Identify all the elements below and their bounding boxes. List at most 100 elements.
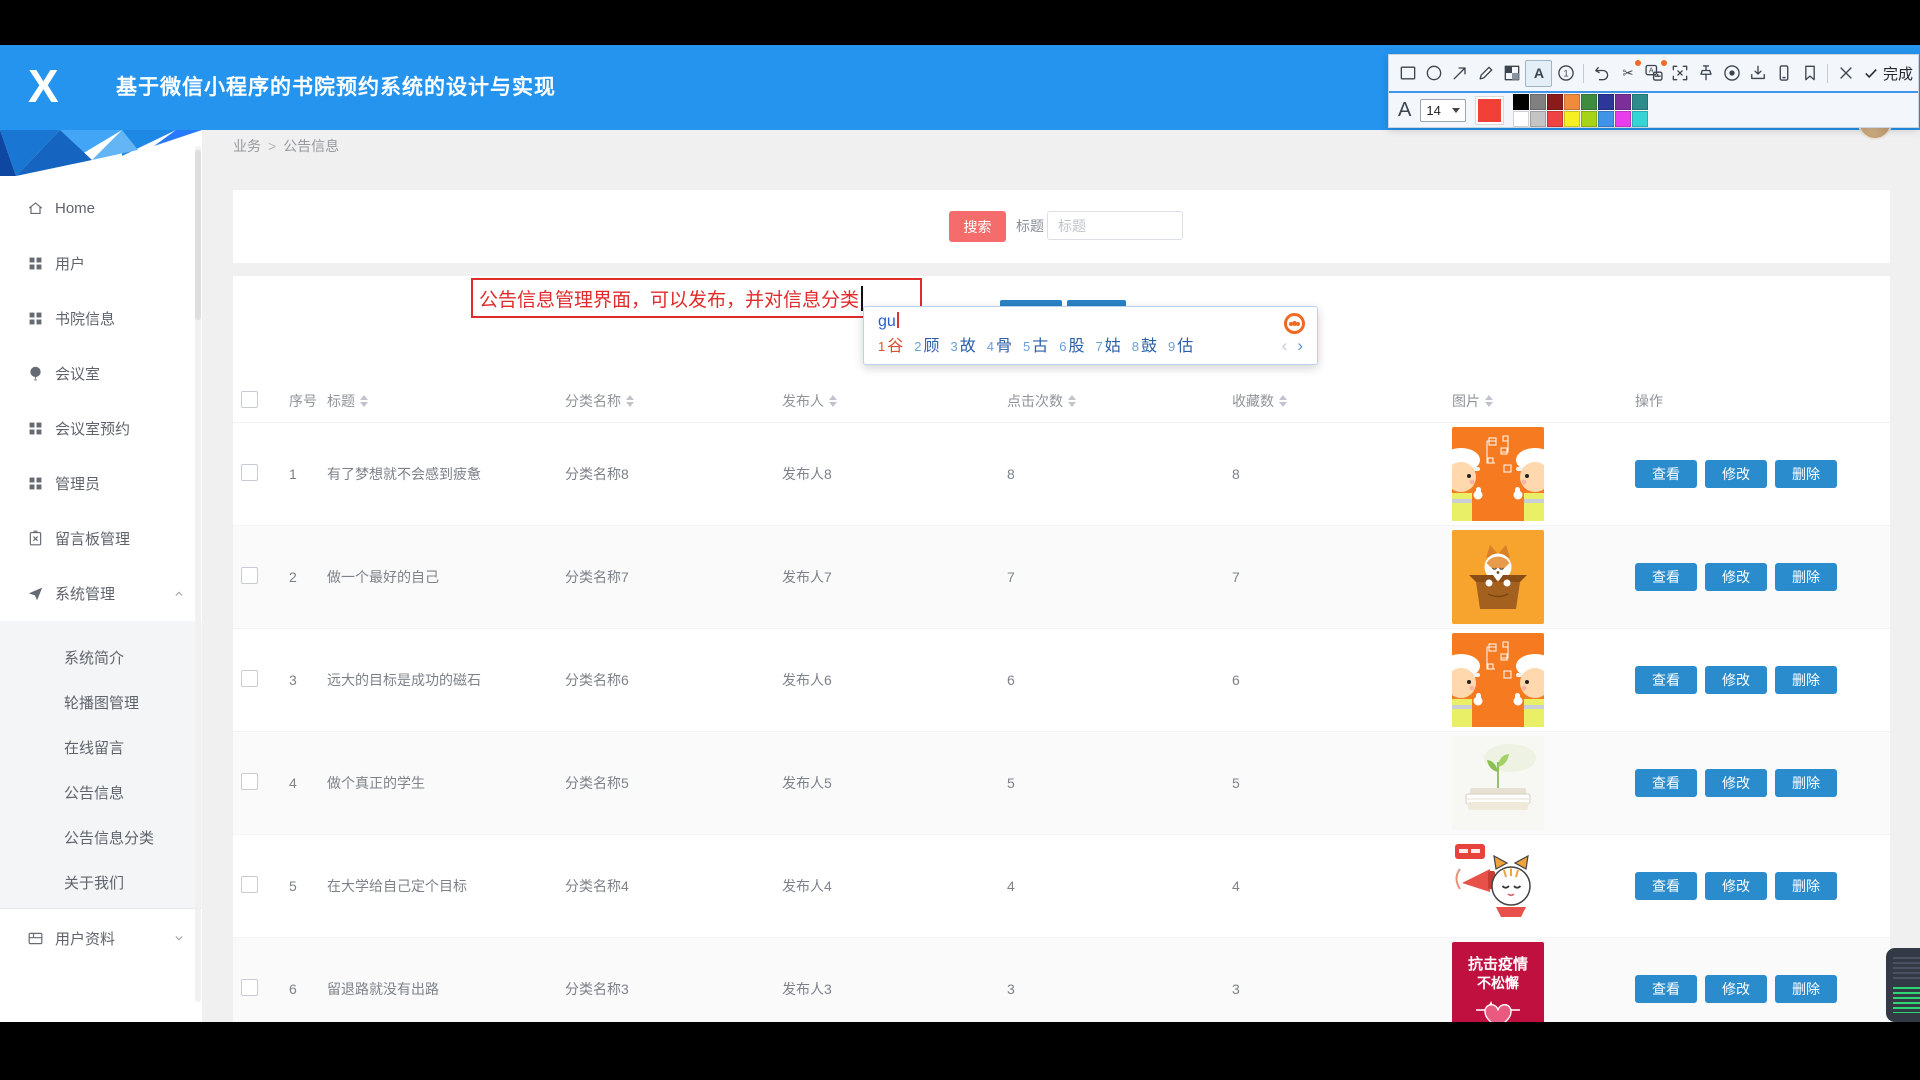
sort-toggle[interactable] [1485, 391, 1493, 411]
ocr-tool-button[interactable]: ✂ [1615, 61, 1640, 86]
palette-color-swatch[interactable] [1513, 94, 1529, 110]
view-button[interactable]: 查看 [1635, 769, 1697, 797]
edit-button[interactable]: 修改 [1705, 460, 1767, 488]
search-button[interactable]: 搜索 [949, 211, 1006, 242]
sidebar-item-profile[interactable]: 用户资料 [0, 909, 202, 967]
row-image[interactable] [1452, 633, 1544, 727]
sort-toggle[interactable] [1279, 391, 1287, 411]
sidebar-subitem[interactable]: 在线留言 [0, 726, 202, 771]
ime-candidate[interactable]: 2顾 [914, 332, 939, 356]
palette-color-swatch[interactable] [1564, 111, 1580, 127]
current-color-swatch[interactable] [1475, 96, 1504, 125]
row-image[interactable] [1452, 427, 1544, 521]
view-button[interactable]: 查看 [1635, 563, 1697, 591]
undo-tool-button[interactable] [1589, 61, 1614, 86]
edit-button[interactable]: 修改 [1705, 872, 1767, 900]
palette-color-swatch[interactable] [1615, 111, 1631, 127]
palette-color-swatch[interactable] [1632, 94, 1648, 110]
view-button[interactable]: 查看 [1635, 872, 1697, 900]
breadcrumb-section[interactable]: 业务 [233, 138, 261, 154]
delete-button[interactable]: 删除 [1775, 872, 1837, 900]
delete-button[interactable]: 删除 [1775, 666, 1837, 694]
edit-button[interactable]: 修改 [1705, 975, 1767, 1003]
sidebar-subitem[interactable]: 轮播图管理 [0, 681, 202, 726]
finish-button[interactable]: 完成 [1862, 63, 1913, 84]
pin-tool-button[interactable] [1693, 61, 1718, 86]
sort-toggle[interactable] [626, 391, 634, 411]
ime-candidate[interactable]: 3故 [951, 332, 976, 356]
ime-candidate[interactable]: 7姑 [1096, 332, 1121, 356]
ime-logo-icon[interactable] [1284, 313, 1305, 334]
download-tool-button[interactable] [1745, 61, 1770, 86]
palette-color-swatch[interactable] [1513, 111, 1529, 127]
edit-button[interactable]: 修改 [1705, 769, 1767, 797]
sidebar-item-7[interactable]: 系统管理 [0, 566, 202, 621]
ime-candidate[interactable]: 9估 [1168, 332, 1193, 356]
edit-button[interactable]: 修改 [1705, 563, 1767, 591]
bookmark-tool-button[interactable] [1797, 61, 1822, 86]
title-search-input[interactable] [1047, 211, 1183, 240]
row-checkbox[interactable] [241, 464, 258, 481]
view-button[interactable]: 查看 [1635, 975, 1697, 1003]
palette-color-swatch[interactable] [1632, 111, 1648, 127]
palette-color-swatch[interactable] [1530, 94, 1546, 110]
sidebar-item-1[interactable]: 用户 [0, 236, 202, 291]
row-checkbox[interactable] [241, 773, 258, 790]
row-image[interactable] [1452, 530, 1544, 624]
text-tool-button[interactable]: A [1525, 60, 1552, 87]
sidebar-item-4[interactable]: 会议室预约 [0, 401, 202, 456]
scan-tool-button[interactable] [1667, 61, 1692, 86]
row-checkbox[interactable] [241, 567, 258, 584]
floating-widget[interactable] [1886, 948, 1920, 1022]
edit-button[interactable]: 修改 [1705, 666, 1767, 694]
row-image[interactable] [1452, 736, 1544, 830]
row-image[interactable]: 抗击疫情不松懈 [1452, 942, 1544, 1022]
row-checkbox[interactable] [241, 670, 258, 687]
palette-color-swatch[interactable] [1530, 111, 1546, 127]
sidebar-item-2[interactable]: 书院信息 [0, 291, 202, 346]
mosaic-tool-button[interactable] [1499, 61, 1524, 86]
sort-toggle[interactable] [360, 391, 368, 411]
sidebar-scrollbar[interactable] [195, 146, 201, 1002]
close-tool-button[interactable] [1833, 61, 1858, 86]
palette-color-swatch[interactable] [1547, 94, 1563, 110]
sidebar-item-6[interactable]: 留言板管理 [0, 511, 202, 566]
arrow-tool-button[interactable] [1447, 61, 1472, 86]
pen-tool-button[interactable] [1473, 61, 1498, 86]
sort-toggle[interactable] [1068, 391, 1076, 411]
row-checkbox[interactable] [241, 979, 258, 996]
step-number-tool-button[interactable]: 1 [1553, 61, 1578, 86]
ime-candidate[interactable]: 5古 [1023, 332, 1048, 356]
sidebar-subitem[interactable]: 系统简介 [0, 636, 202, 681]
sidebar-item-5[interactable]: 管理员 [0, 456, 202, 511]
delete-button[interactable]: 删除 [1775, 769, 1837, 797]
palette-color-swatch[interactable] [1598, 94, 1614, 110]
sidebar-subitem[interactable]: 公告信息 [0, 771, 202, 816]
rect-tool-button[interactable] [1395, 61, 1420, 86]
font-size-select[interactable]: 14 [1420, 99, 1466, 122]
palette-color-swatch[interactable] [1581, 111, 1597, 127]
palette-color-swatch[interactable] [1547, 111, 1563, 127]
sidebar-item-3[interactable]: 会议室 [0, 346, 202, 401]
translate-tool-button[interactable]: A [1641, 61, 1666, 86]
palette-color-swatch[interactable] [1598, 111, 1614, 127]
palette-color-swatch[interactable] [1564, 94, 1580, 110]
sidebar-item-0[interactable]: Home [0, 181, 202, 236]
row-checkbox[interactable] [241, 876, 258, 893]
view-button[interactable]: 查看 [1635, 666, 1697, 694]
record-tool-button[interactable] [1719, 61, 1744, 86]
sidebar-subitem[interactable]: 关于我们 [0, 861, 202, 906]
device-tool-button[interactable] [1771, 61, 1796, 86]
delete-button[interactable]: 删除 [1775, 460, 1837, 488]
ime-candidate[interactable]: 8鼓 [1132, 332, 1157, 356]
ime-candidate[interactable]: 6股 [1059, 332, 1084, 356]
ellipse-tool-button[interactable] [1421, 61, 1446, 86]
ime-prev-page[interactable]: ‹ [1282, 336, 1288, 356]
palette-color-swatch[interactable] [1615, 94, 1631, 110]
row-image[interactable] [1452, 839, 1544, 933]
ime-candidate[interactable]: 4骨 [987, 332, 1012, 356]
annotation-textbox[interactable]: 公告信息管理界面，可以发布，并对信息分类 [471, 278, 922, 318]
sidebar-subitem[interactable]: 公告信息分类 [0, 816, 202, 861]
palette-color-swatch[interactable] [1581, 94, 1597, 110]
view-button[interactable]: 查看 [1635, 460, 1697, 488]
